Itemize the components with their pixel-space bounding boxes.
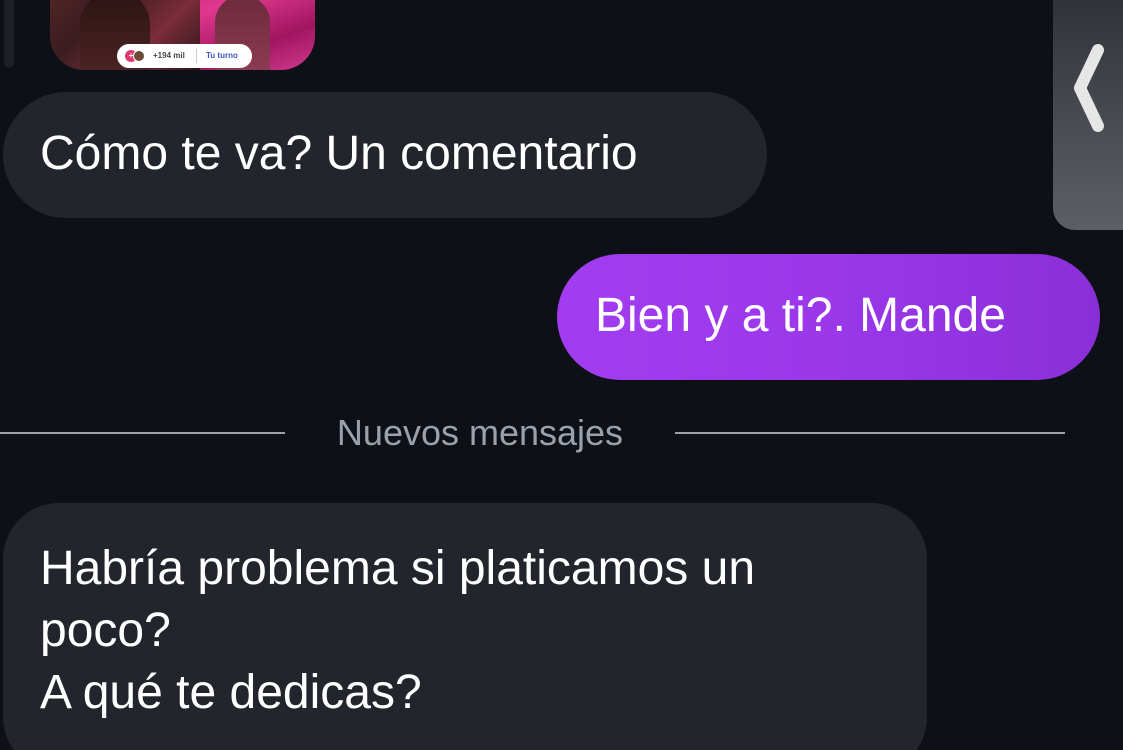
- viewer-count: +194 mil: [153, 51, 185, 60]
- scroll-indicator[interactable]: [4, 0, 14, 68]
- outgoing-message-bubble[interactable]: Bien y a ti?. Mande: [557, 254, 1100, 380]
- new-messages-divider: Nuevos mensajes: [0, 412, 1065, 454]
- divider-line: [675, 432, 1065, 434]
- divider-label: Nuevos mensajes: [336, 412, 624, 453]
- turn-label[interactable]: Tu turno: [206, 51, 238, 60]
- message-text: Bien y a ti?. Mande: [595, 289, 1006, 342]
- incoming-message-bubble[interactable]: Habría problema si platicamos un poco? A…: [3, 503, 927, 750]
- card-info-pill: + +194 mil Tu turno: [117, 44, 252, 68]
- incoming-message-bubble[interactable]: Cómo te va? Un comentario: [3, 92, 767, 218]
- message-text-line: A qué te dedicas?: [40, 666, 422, 719]
- message-text: Cómo te va? Un comentario: [40, 127, 638, 180]
- message-text-line: Habría problema si platicamos un: [40, 542, 756, 595]
- chevron-left-icon[interactable]: [1068, 40, 1108, 136]
- message-text-line: poco?: [40, 604, 171, 657]
- pill-divider: [196, 49, 197, 63]
- shared-video-card[interactable]: + +194 mil Tu turno: [50, 0, 315, 70]
- divider-line: [0, 432, 285, 434]
- chat-screen: + +194 mil Tu turno Cómo te va? Un comen…: [0, 0, 1123, 750]
- avatar: [133, 50, 145, 62]
